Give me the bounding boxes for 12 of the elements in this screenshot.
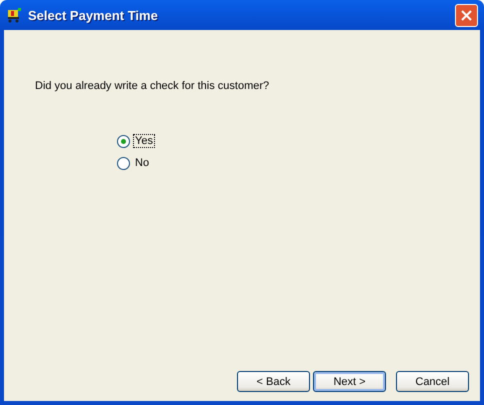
dialog-button[interactable]: Next > — [313, 371, 386, 392]
radio-button[interactable] — [117, 156, 130, 170]
radio-label[interactable]: No — [133, 156, 152, 170]
close-icon — [461, 10, 472, 20]
close-button[interactable] — [455, 4, 478, 26]
radio-button[interactable] — [117, 134, 130, 148]
window-title: Select Payment Time — [28, 8, 159, 22]
dialog-button[interactable]: Cancel — [396, 371, 469, 392]
shopping-cart-icon — [6, 7, 22, 23]
dialog-button[interactable]: < Back — [237, 371, 310, 392]
radio-label[interactable]: Yes — [133, 134, 155, 148]
question-text: Did you already write a check for this customer? — [35, 80, 270, 92]
